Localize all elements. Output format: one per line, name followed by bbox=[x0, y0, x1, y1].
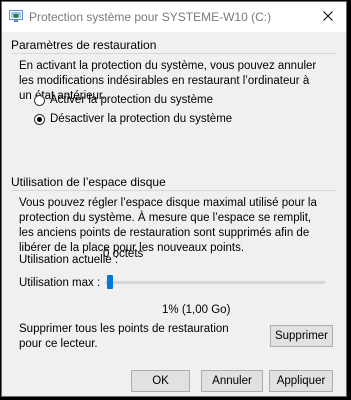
radio-disable-protection[interactable]: Désactiver la protection du système bbox=[34, 113, 232, 125]
apply-button[interactable]: Appliquer bbox=[269, 370, 333, 392]
system-protection-icon bbox=[9, 10, 23, 23]
close-button[interactable] bbox=[316, 5, 340, 29]
radio-enable-label: Activer la protection du système bbox=[50, 94, 213, 106]
disk-usage-divider bbox=[11, 190, 337, 191]
close-icon bbox=[323, 8, 333, 26]
delete-button[interactable]: Supprimer bbox=[270, 325, 333, 347]
disk-usage-heading: Utilisation de l’espace disque bbox=[11, 175, 166, 189]
disk-usage-description: Vous pouvez régler l’espace disque maxim… bbox=[19, 197, 317, 254]
restore-settings-divider bbox=[11, 53, 337, 54]
window-title: Protection système pour SYSTEME-W10 (C:) bbox=[29, 10, 272, 24]
radio-disable-label: Désactiver la protection du système bbox=[50, 113, 233, 125]
max-usage-slider-track[interactable] bbox=[105, 281, 325, 284]
current-usage-label: Utilisation actuelle : bbox=[19, 254, 119, 266]
radio-button-selected[interactable] bbox=[34, 113, 45, 125]
cancel-button[interactable]: Annuler bbox=[201, 370, 263, 392]
max-usage-value: 1% (1,00 Go) bbox=[162, 304, 231, 316]
radio-enable-protection[interactable]: Activer la protection du système bbox=[34, 94, 213, 106]
delete-restore-points-text: Supprimer tous les points de restauratio… bbox=[19, 323, 229, 350]
max-usage-label: Utilisation max : bbox=[19, 277, 101, 289]
ok-button[interactable]: OK bbox=[131, 370, 190, 392]
max-usage-slider-thumb[interactable] bbox=[107, 275, 114, 289]
title-bar[interactable]: Protection système pour SYSTEME-W10 (C:) bbox=[2, 2, 346, 32]
system-protection-dialog: Protection système pour SYSTEME-W10 (C:)… bbox=[1, 1, 347, 397]
restore-settings-heading: Paramètres de restauration bbox=[11, 38, 157, 52]
radio-button[interactable] bbox=[34, 94, 45, 106]
